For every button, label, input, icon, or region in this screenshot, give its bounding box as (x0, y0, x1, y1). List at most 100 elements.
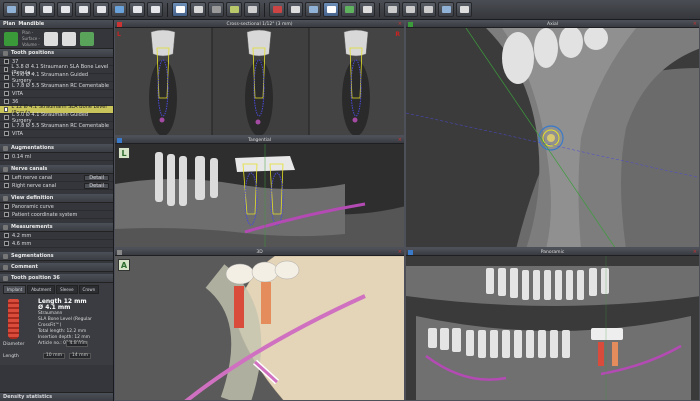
tooth-item[interactable]: L 7.8 Ø 5.5 Straumann RC Cementable (0, 82, 113, 90)
tooth-item[interactable]: VITA (0, 90, 113, 98)
axial-view[interactable]: Axial × (405, 20, 700, 248)
view-icon[interactable] (190, 2, 206, 17)
bone-icon[interactable] (129, 2, 145, 17)
collapse-icon[interactable] (3, 253, 8, 259)
checkbox[interactable] (4, 107, 9, 112)
nerve-item-right[interactable]: Right nerve canal Detail (0, 182, 113, 190)
hand-icon[interactable] (323, 2, 339, 17)
measurements-header[interactable]: Measurements (0, 223, 113, 232)
collapse-icon[interactable] (3, 275, 8, 281)
tab-abutment[interactable]: Abutment (27, 285, 56, 294)
implant-lower-icon[interactable] (75, 2, 91, 17)
augmentations-header[interactable]: Augmentations (0, 144, 113, 153)
close-icon[interactable]: × (398, 137, 402, 144)
collapse-icon[interactable] (3, 224, 8, 230)
nerve-item-left[interactable]: Left nerve canal Detail (0, 174, 113, 182)
collapse-icon[interactable] (3, 166, 8, 172)
pin-icon[interactable] (420, 2, 436, 17)
box-icon[interactable] (226, 2, 242, 17)
grid-icon[interactable] (208, 2, 224, 17)
checkbox[interactable] (4, 175, 9, 180)
collapse-icon[interactable] (3, 50, 8, 56)
undo-icon[interactable] (384, 2, 400, 17)
checkbox[interactable] (4, 59, 9, 64)
cross-sectional-view[interactable]: Cross-sectional 1/12° (3 mm) × L R (114, 20, 405, 136)
radio[interactable] (4, 204, 9, 209)
checkbox[interactable] (4, 131, 9, 136)
tooth-item[interactable]: L 7.8 Ø 5.5 Straumann RC Cementable (0, 122, 113, 130)
segmentations-header[interactable]: Segmentations (0, 252, 113, 261)
jaw-lower-icon[interactable] (39, 2, 55, 17)
sleeve-icon[interactable] (111, 2, 127, 17)
panel-icon[interactable] (244, 2, 260, 17)
export-icon[interactable] (147, 2, 163, 17)
implant-tabs: Implant Abutment Sleeve Crown (0, 283, 113, 294)
density-statistics-bar[interactable]: Density statistics (0, 392, 113, 401)
checkbox[interactable] (4, 91, 9, 96)
section-title: Tooth position 36 (11, 275, 60, 281)
checkbox[interactable] (4, 67, 9, 72)
tab-implant[interactable]: Implant (3, 285, 27, 294)
filter-icon[interactable] (43, 31, 58, 46)
axis-icon[interactable] (341, 2, 357, 17)
shade-icon[interactable] (305, 2, 321, 17)
collapse-icon[interactable] (3, 195, 8, 201)
collapse-icon[interactable] (3, 145, 8, 151)
template-icon[interactable] (438, 2, 454, 17)
tangential-view[interactable]: Tangential × L (114, 136, 405, 248)
load-jaw-icon[interactable] (3, 2, 19, 17)
tooth-item[interactable]: L 5.0 Ø 4.1 Straumann Guided Surgery (0, 72, 113, 84)
augmentation-item[interactable]: 0.14 ml (0, 153, 113, 161)
measure-icon[interactable] (287, 2, 303, 17)
checkbox[interactable] (4, 123, 9, 128)
length-field[interactable]: 10 mm (42, 353, 65, 359)
add-icon[interactable] (4, 31, 18, 46)
diameter-field[interactable]: 4.8 mm (66, 341, 89, 347)
tooth-positions-header[interactable]: Tooth positions (0, 49, 113, 58)
panoramic-view[interactable]: Panoramic × (405, 248, 700, 401)
report-icon[interactable] (456, 2, 472, 17)
checkbox[interactable] (4, 183, 9, 188)
camera-icon[interactable] (402, 2, 418, 17)
tooth-item[interactable]: L 5.0 Ø 4.1 Straumann Guided Surgery (0, 112, 113, 124)
measurement-item[interactable]: 4.6 mm (0, 240, 113, 248)
plan-header[interactable]: Plan Mandible (0, 20, 113, 29)
tooth-item[interactable]: VITA (0, 130, 113, 138)
tab-crown[interactable]: Crown (78, 285, 100, 294)
drill-icon[interactable] (269, 2, 285, 17)
3d-view[interactable]: 3D × A (114, 248, 405, 401)
checkbox[interactable] (4, 83, 9, 88)
view-def-item[interactable]: Panoramic curve (0, 203, 113, 211)
tab-sleeve[interactable]: Sleeve (56, 285, 78, 294)
checkbox[interactable] (4, 241, 9, 246)
tooth-position-detail-header[interactable]: Tooth position 36 (0, 274, 113, 283)
checkbox[interactable] (4, 154, 9, 159)
item-label: VITA (12, 130, 23, 137)
implant-upper-icon[interactable] (57, 2, 73, 17)
tooth-icon[interactable] (93, 2, 109, 17)
view-def-item[interactable]: Patient coordinate system (0, 211, 113, 219)
close-icon[interactable]: × (398, 21, 402, 28)
collapse-icon[interactable] (3, 264, 8, 270)
comment-header[interactable]: Comment (0, 263, 113, 272)
check-icon[interactable] (79, 31, 94, 46)
detail-button[interactable]: Detail (84, 174, 109, 181)
measurement-item[interactable]: 4.2 mm (0, 232, 113, 240)
close-icon[interactable]: × (693, 21, 697, 28)
zoom-icon[interactable] (359, 2, 375, 17)
nerve-canals-header[interactable]: Nerve canals (0, 165, 113, 174)
checkbox[interactable] (4, 75, 9, 80)
radio[interactable] (4, 212, 9, 217)
nav-icon[interactable] (172, 2, 188, 17)
checkbox[interactable] (4, 233, 9, 238)
jaw-upper-icon[interactable] (21, 2, 37, 17)
tooth-template-icon[interactable] (61, 31, 76, 46)
length-field-2[interactable]: 14 mm (68, 353, 91, 359)
view-definition-header[interactable]: View definition (0, 194, 113, 203)
checkbox[interactable] (4, 115, 9, 120)
detail-button[interactable]: Detail (84, 182, 109, 189)
close-icon[interactable]: × (398, 249, 402, 256)
checkbox[interactable] (4, 99, 9, 104)
close-icon[interactable]: × (693, 249, 697, 256)
view-color-icon (408, 22, 413, 27)
